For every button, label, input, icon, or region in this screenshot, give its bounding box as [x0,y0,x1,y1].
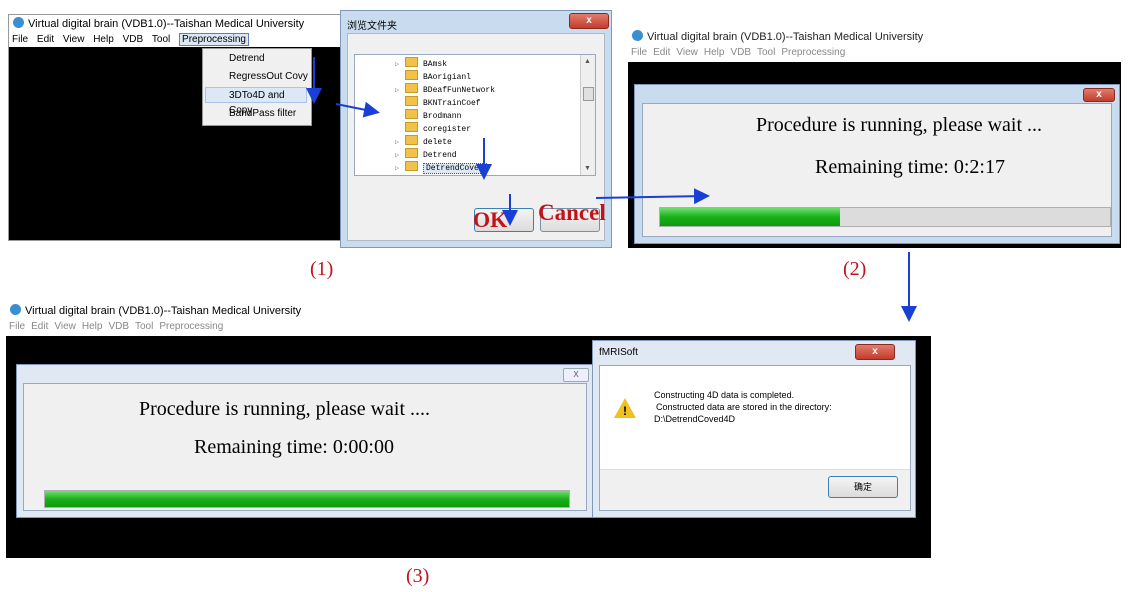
arrow-to-dialog [335,101,380,118]
arrow-to-panel-2 [595,188,710,205]
annotation-arrows [306,57,917,322]
